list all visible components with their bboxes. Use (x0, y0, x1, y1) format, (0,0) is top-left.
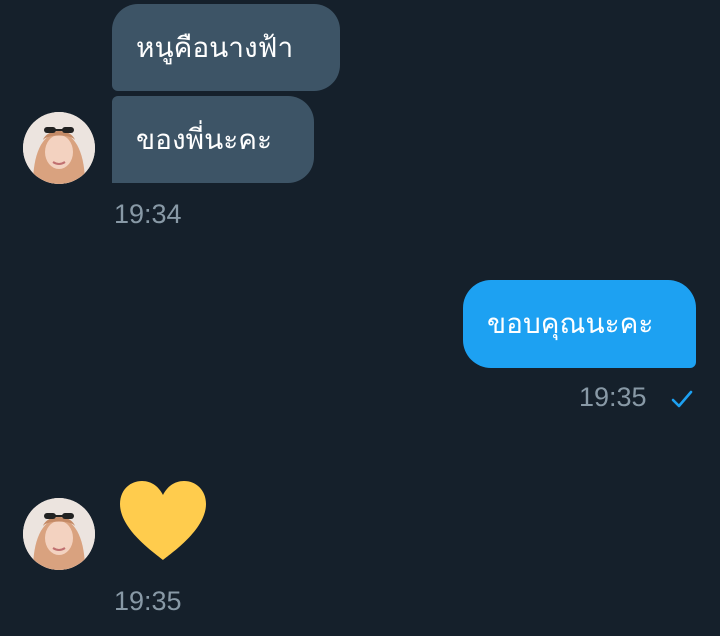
message-bubble-outgoing[interactable]: ขอบคุณนะคะ (463, 280, 696, 368)
avatar-photo (23, 112, 95, 184)
avatar[interactable] (23, 112, 95, 184)
avatar[interactable] (23, 498, 95, 570)
yellow-heart-emoji[interactable] (116, 478, 210, 562)
message-bubble-incoming[interactable]: หนูคือนางฟ้า (112, 4, 340, 91)
message-bubble-incoming[interactable]: ของพี่นะคะ (112, 96, 314, 183)
message-text: ขอบคุณนะคะ (487, 307, 654, 340)
check-icon (671, 390, 693, 408)
message-text: หนูคือนางฟ้า (136, 30, 294, 64)
message-timestamp: 19:35 (114, 586, 182, 616)
message-timestamp: 19:34 (114, 199, 182, 229)
avatar-photo (23, 498, 95, 570)
message-timestamp: 19:35 (579, 382, 647, 412)
message-text: ของพี่นะคะ (136, 122, 273, 156)
